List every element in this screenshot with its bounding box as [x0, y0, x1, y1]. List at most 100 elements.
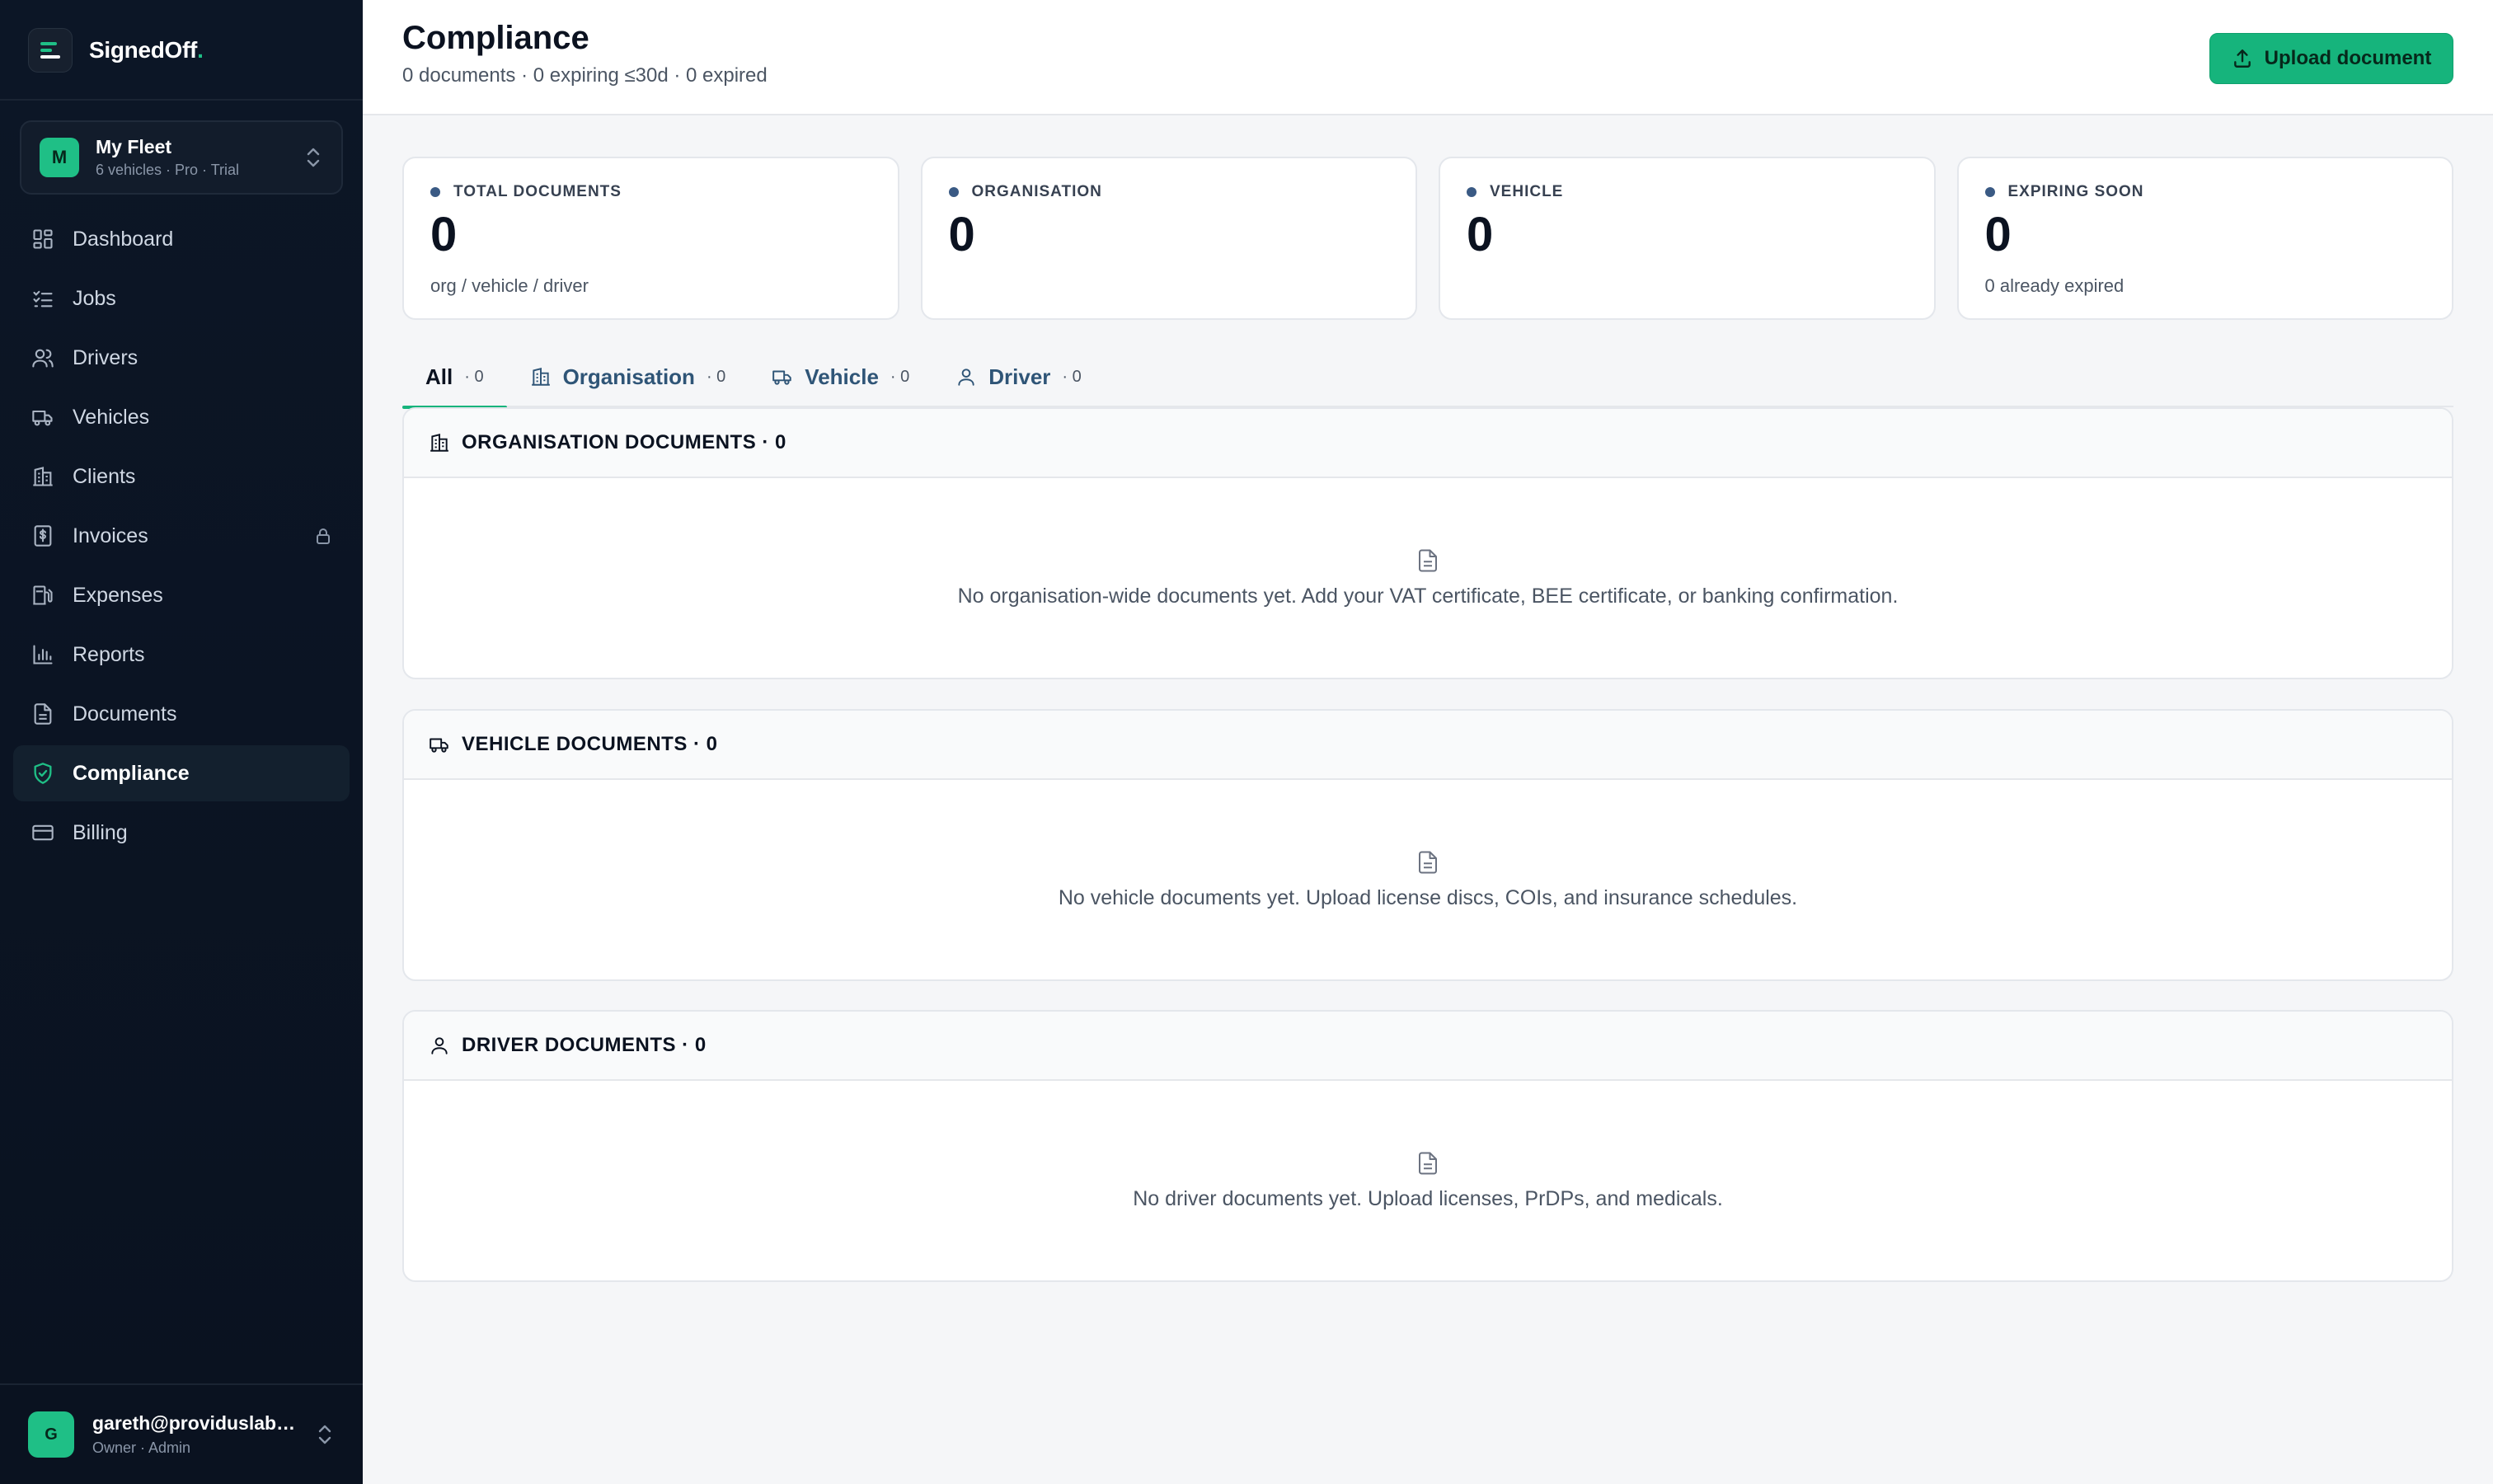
sidebar-item-label: Compliance	[73, 761, 190, 785]
users-icon	[30, 345, 56, 371]
status-dot	[948, 187, 959, 197]
stat-card-total: TOTAL DOCUMENTS 0 org / vehicle / driver	[402, 157, 899, 320]
organisation-documents-section: ORGANISATION DOCUMENTS · 0 No organisati…	[402, 407, 2453, 679]
tab-count: · 0	[464, 367, 484, 386]
stat-note: 0 already expired	[1984, 275, 2124, 296]
page-subtitle: 0 documents · 0 expiring ≤30d · 0 expire…	[402, 64, 768, 87]
empty-message: No driver documents yet. Upload licenses…	[1133, 1186, 1723, 1210]
stat-note: org / vehicle / driver	[430, 275, 589, 296]
tab-count: · 0	[890, 367, 910, 386]
section-title: DRIVER DOCUMENTS · 0	[462, 1034, 707, 1056]
avatar: G	[28, 1411, 74, 1458]
tab-label: Vehicle	[805, 364, 879, 389]
section-title: ORGANISATION DOCUMENTS · 0	[462, 431, 786, 453]
stat-value: 0	[948, 208, 975, 261]
fuel-icon	[30, 582, 56, 608]
stat-value: 0	[1984, 208, 2012, 261]
page-header: Compliance 0 documents · 0 expiring ≤30d…	[363, 0, 2493, 115]
sidebar-item-label: Vehicles	[73, 405, 150, 429]
section-header: ORGANISATION DOCUMENTS · 0	[404, 409, 2452, 478]
sidebar-item-reports[interactable]: Reports	[13, 627, 350, 683]
chevron-up-down-icon	[318, 1425, 331, 1444]
sidebar-item-drivers[interactable]: Drivers	[13, 330, 350, 386]
checklist-icon	[30, 285, 56, 312]
user-role: Owner · Admin	[92, 1439, 191, 1456]
vehicle-documents-section: VEHICLE DOCUMENTS · 0 No vehicle documen…	[402, 709, 2453, 981]
shield-check-icon	[30, 760, 56, 787]
org-avatar: M	[40, 138, 79, 177]
file-icon	[1419, 1152, 1437, 1174]
sidebar-item-label: Reports	[73, 642, 145, 666]
bar-chart-icon	[30, 641, 56, 668]
credit-card-icon	[30, 819, 56, 846]
section-header: VEHICLE DOCUMENTS · 0	[404, 711, 2452, 780]
upload-document-button[interactable]: Upload document	[2209, 33, 2453, 84]
upload-icon	[2233, 49, 2251, 68]
brand-logo-icon	[28, 28, 73, 73]
sidebar-item-compliance[interactable]: Compliance	[13, 745, 350, 801]
chevron-up-down-icon	[307, 148, 320, 167]
org-switcher[interactable]: M My Fleet 6 vehicles · Pro · Trial	[20, 120, 343, 195]
sidebar-item-jobs[interactable]: Jobs	[13, 270, 350, 326]
user-icon	[431, 1037, 448, 1054]
sidebar-item-invoices[interactable]: Invoices	[13, 508, 350, 564]
section-title: VEHICLE DOCUMENTS · 0	[462, 733, 718, 755]
dollar-document-icon	[30, 523, 56, 549]
dashboard-icon	[30, 226, 56, 252]
truck-icon	[430, 738, 448, 753]
tab-driver[interactable]: Driver · 0	[932, 346, 1105, 407]
user-icon	[958, 369, 974, 386]
sidebar-item-dashboard[interactable]: Dashboard	[13, 211, 350, 267]
brand[interactable]: SignedOff.	[28, 28, 204, 73]
stat-value: 0	[430, 208, 458, 261]
tab-label: Organisation	[562, 364, 695, 389]
empty-state: No driver documents yet. Upload licenses…	[404, 1081, 2452, 1280]
sidebar-item-expenses[interactable]: Expenses	[13, 567, 350, 623]
sidebar-item-label: Jobs	[73, 286, 116, 310]
tab-label: Driver	[988, 364, 1051, 389]
tab-count: · 0	[706, 367, 726, 386]
status-dot	[430, 187, 440, 197]
empty-state: No vehicle documents yet. Upload license…	[404, 780, 2452, 979]
tab-count: · 0	[1062, 367, 1082, 386]
divider	[0, 99, 363, 101]
sidebar-item-billing[interactable]: Billing	[13, 805, 350, 861]
stat-label: VEHICLE	[1490, 183, 1564, 200]
org-name: My Fleet	[96, 136, 172, 157]
truck-icon	[772, 370, 792, 385]
page-title: Compliance	[402, 20, 589, 56]
sidebar-item-label: Drivers	[73, 345, 138, 369]
stat-label: ORGANISATION	[971, 183, 1102, 200]
sidebar-item-label: Dashboard	[73, 227, 174, 251]
brand-name: SignedOff.	[89, 37, 204, 63]
stat-label: EXPIRING SOON	[2007, 183, 2144, 200]
upload-document-label: Upload document	[2264, 47, 2432, 69]
stat-label: TOTAL DOCUMENTS	[453, 183, 622, 200]
lock-icon	[317, 528, 330, 544]
building-icon	[531, 368, 550, 386]
file-icon	[1419, 851, 1437, 873]
tab-label: All	[425, 364, 453, 389]
truck-icon	[30, 404, 56, 430]
sidebar-item-documents[interactable]: Documents	[13, 686, 350, 742]
sidebar-item-vehicles[interactable]: Vehicles	[13, 389, 350, 445]
file-icon	[30, 701, 56, 727]
empty-state: No organisation-wide documents yet. Add …	[404, 478, 2452, 678]
sidebar-item-label: Billing	[73, 820, 128, 844]
sidebar-item-label: Invoices	[73, 524, 148, 547]
driver-documents-section: DRIVER DOCUMENTS · 0 No driver documents…	[402, 1010, 2453, 1282]
status-dot	[1467, 187, 1477, 197]
user-menu[interactable]: G gareth@providuslabs.co Owner · Admin	[0, 1383, 363, 1484]
stat-card-expiring: EXPIRING SOON 0 0 already expired	[1956, 157, 2453, 320]
stat-value: 0	[1467, 208, 1494, 261]
tab-vehicle[interactable]: Vehicle · 0	[749, 346, 932, 407]
sidebar-item-label: Expenses	[73, 583, 163, 607]
status-dot	[1984, 187, 1995, 197]
tab-organisation[interactable]: Organisation · 0	[507, 346, 749, 407]
sidebar: SignedOff. M My Fleet 6 vehicles · Pro ·…	[0, 0, 363, 1484]
sidebar-item-clients[interactable]: Clients	[13, 448, 350, 505]
section-header: DRIVER DOCUMENTS · 0	[404, 1012, 2452, 1081]
document-tabs: All · 0 Organisation · 0 Vehicle · 0 Dri…	[402, 346, 2453, 409]
tab-all[interactable]: All · 0	[402, 346, 507, 409]
user-email: gareth@providuslabs.co	[92, 1412, 297, 1434]
